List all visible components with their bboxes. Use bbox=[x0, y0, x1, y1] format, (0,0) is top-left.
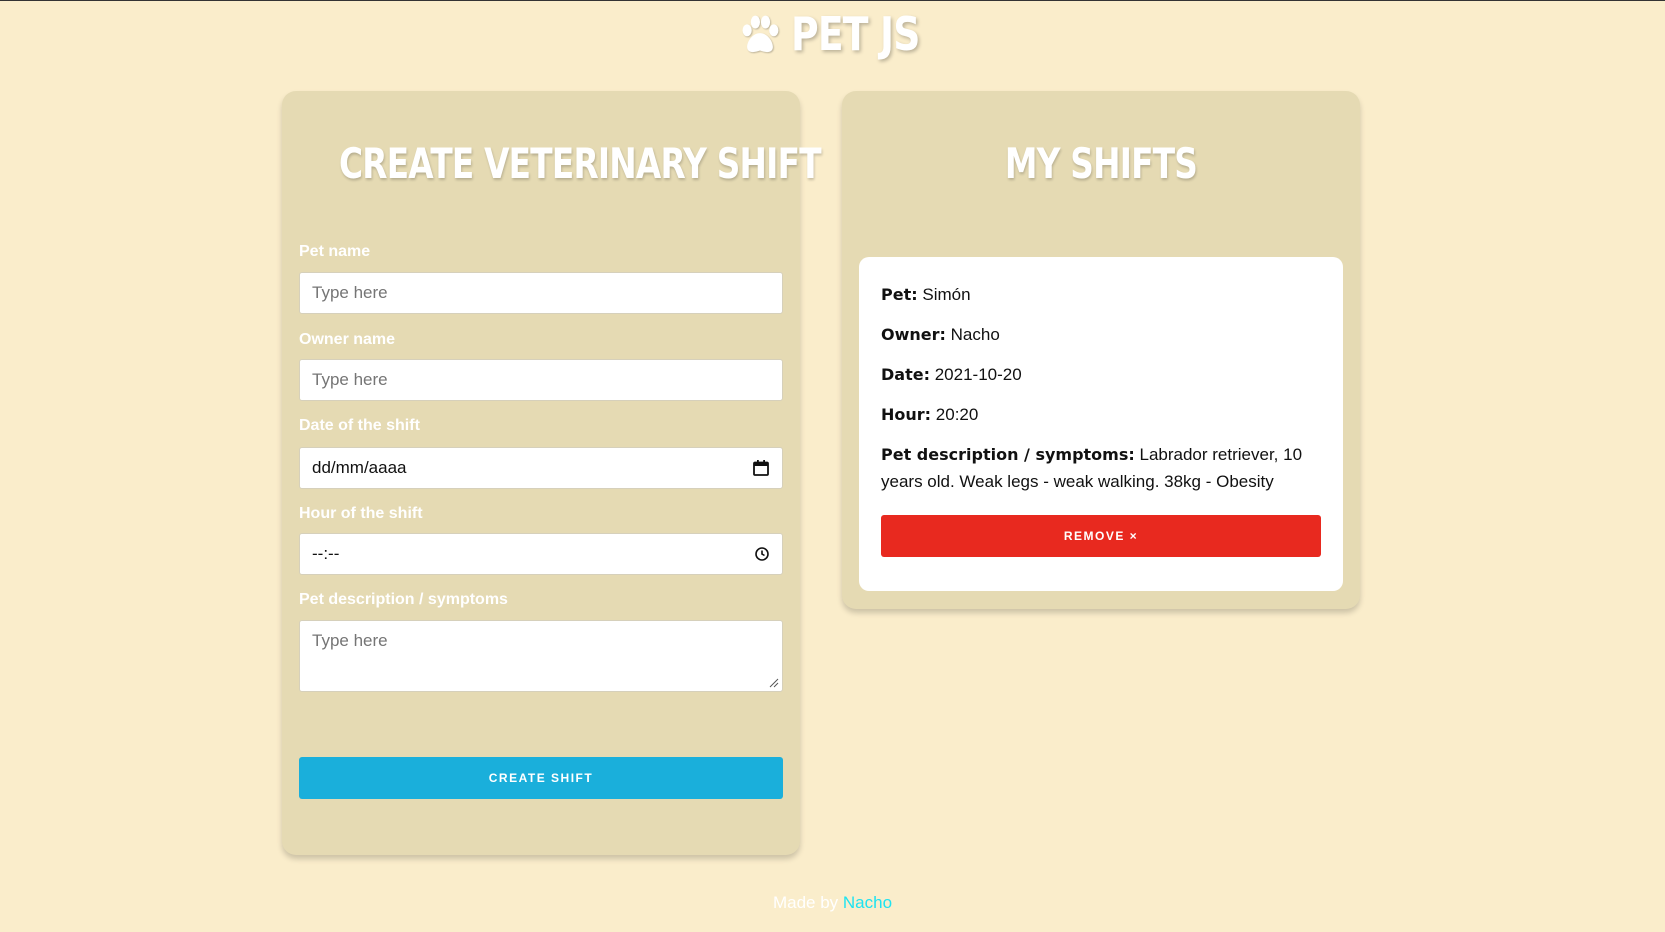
brand-title: PET JS bbox=[791, 7, 920, 61]
my-shifts-panel: My shifts Pet: Simón Owner: Nacho Date: … bbox=[842, 91, 1360, 609]
shift-hour-value: 20:20 bbox=[935, 405, 979, 424]
shift-date: Date: 2021-10-20 bbox=[881, 361, 1321, 388]
pet-name-input[interactable] bbox=[299, 272, 783, 314]
shift-pet-label: Pet: bbox=[881, 285, 918, 304]
shift-hour: Hour: 20:20 bbox=[881, 401, 1321, 428]
pet-name-label: Pet name bbox=[299, 243, 371, 260]
calendar-icon[interactable] bbox=[752, 459, 770, 477]
clock-icon[interactable] bbox=[754, 546, 770, 562]
description-label: Pet description / symptoms bbox=[299, 591, 508, 608]
footer: Made by Nacho bbox=[0, 893, 1665, 913]
create-shift-title: Create veterinary shift bbox=[338, 139, 822, 188]
shift-date-value: 2021-10-20 bbox=[934, 365, 1022, 384]
shift-description-label: Pet description / symptoms: bbox=[881, 445, 1135, 464]
footer-text: Made by bbox=[772, 893, 839, 912]
shift-pet: Pet: Simón bbox=[881, 281, 1321, 308]
shift-pet-value: Simón bbox=[922, 285, 971, 304]
remove-shift-button[interactable]: Remove × bbox=[881, 515, 1321, 557]
date-value: dd/mm/aaaa bbox=[312, 458, 407, 477]
shift-hour-label: Hour: bbox=[881, 405, 932, 424]
hour-label: Hour of the shift bbox=[299, 505, 423, 522]
resize-handle-icon[interactable] bbox=[769, 678, 779, 688]
my-shifts-title: My shifts bbox=[1004, 139, 1198, 188]
shift-owner-label: Owner: bbox=[881, 325, 946, 344]
create-shift-button[interactable]: Create shift bbox=[299, 757, 783, 799]
shift-owner: Owner: Nacho bbox=[881, 321, 1321, 348]
description-textarea[interactable] bbox=[299, 620, 783, 692]
author-link[interactable]: Nacho bbox=[843, 893, 892, 912]
description-wrapper bbox=[299, 620, 783, 692]
shift-date-label: Date: bbox=[881, 365, 930, 384]
owner-name-label: Owner name bbox=[299, 331, 396, 348]
hour-value: --:-- bbox=[312, 544, 340, 563]
owner-name-input[interactable] bbox=[299, 359, 783, 401]
shift-owner-value: Nacho bbox=[950, 325, 1000, 344]
date-label: Date of the shift bbox=[299, 417, 420, 434]
shift-description: Pet description / symptoms: Labrador ret… bbox=[881, 441, 1321, 495]
site-header: PET JS bbox=[0, 7, 1665, 61]
shift-card: Pet: Simón Owner: Nacho Date: 2021-10-20… bbox=[859, 257, 1343, 591]
create-shift-panel: Create veterinary shift Pet name Owner n… bbox=[282, 91, 822, 855]
paw-icon bbox=[742, 15, 779, 53]
date-input[interactable]: dd/mm/aaaa bbox=[299, 447, 783, 489]
hour-input[interactable]: --:-- bbox=[299, 533, 783, 575]
